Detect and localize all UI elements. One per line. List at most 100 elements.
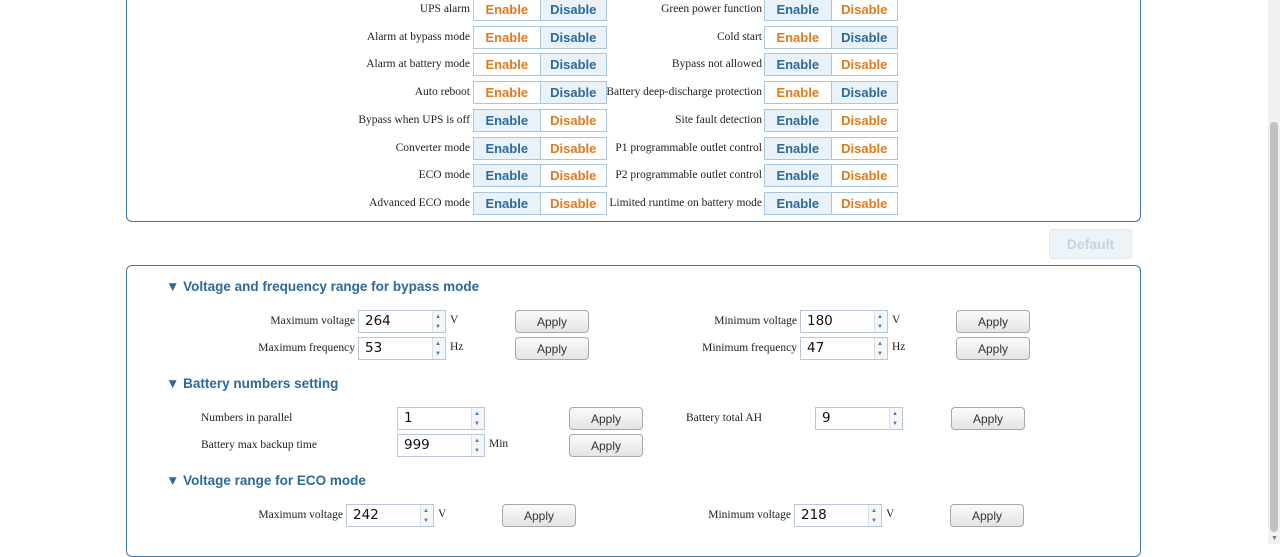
eco-min-voltage-spinner[interactable]: ▲ ▼ (868, 505, 881, 526)
enable-button[interactable]: Enable (474, 165, 540, 186)
toggle-label-right-0: Green power function (661, 3, 762, 15)
toggle-left-0: Enable Disable (473, 0, 607, 21)
battery-total-ah-input[interactable]: ▲▼ (815, 407, 903, 430)
battery-total-ah-apply-button[interactable]: Apply (951, 407, 1025, 430)
battery-parallel-field[interactable] (404, 410, 465, 426)
eco-max-voltage-input[interactable]: ▲▼ (346, 504, 434, 527)
toggle-label-right-7: Limited runtime on battery mode (609, 197, 762, 209)
disable-button[interactable]: Disable (539, 54, 606, 75)
disable-button[interactable]: Disable (830, 110, 897, 131)
battery-total-ah-field[interactable] (822, 410, 883, 426)
eco-min-voltage-field[interactable] (801, 507, 862, 523)
enable-button[interactable]: Enable (474, 54, 540, 75)
battery-backup-input[interactable]: ▲▼ (397, 434, 485, 457)
eco-min-voltage-input[interactable]: ▲▼ (794, 504, 882, 527)
enable-button[interactable]: Enable (765, 165, 831, 186)
disable-button[interactable]: Disable (539, 138, 606, 159)
eco-max-voltage-spinner[interactable]: ▲ ▼ (420, 505, 433, 526)
toggle-label-left-0: UPS alarm (419, 3, 470, 15)
bypass-max-voltage-unit: V (450, 314, 459, 326)
bypass-min-frequency-spinner[interactable]: ▲ ▼ (874, 338, 887, 359)
bypass-max-voltage-label: Maximum voltage (270, 315, 355, 327)
section-title-bypass[interactable]: ▼ Voltage and frequency range for bypass… (166, 279, 479, 294)
toggle-right-0: Enable Disable (764, 0, 898, 21)
battery-parallel-spinner[interactable]: ▲ ▼ (471, 408, 484, 429)
enable-button[interactable]: Enable (765, 27, 831, 48)
bypass-max-frequency-spinner[interactable]: ▲ ▼ (432, 338, 445, 359)
enable-button[interactable]: Enable (765, 138, 831, 159)
default-button[interactable]: Default (1049, 229, 1132, 259)
bypass-min-frequency-input[interactable]: ▲▼ (800, 337, 888, 360)
battery-parallel-apply-button[interactable]: Apply (569, 407, 643, 430)
battery-backup-apply-button[interactable]: Apply (569, 434, 643, 457)
eco-max-voltage-apply-button[interactable]: Apply (502, 504, 576, 527)
disable-button[interactable]: Disable (539, 0, 606, 20)
enable-button[interactable]: Enable (765, 193, 831, 214)
bypass-max-voltage-apply-button[interactable]: Apply (515, 310, 589, 333)
disable-button[interactable]: Disable (830, 138, 897, 159)
toggle-left-5: Enable Disable (473, 137, 607, 160)
bypass-min-voltage-input[interactable]: ▲▼ (800, 310, 888, 333)
bypass-min-frequency-apply-button[interactable]: Apply (956, 337, 1030, 360)
enable-button[interactable]: Enable (765, 54, 831, 75)
battery-total-ah-spinner[interactable]: ▲ ▼ (889, 408, 902, 429)
disable-button[interactable]: Disable (830, 54, 897, 75)
battery-parallel-input[interactable]: ▲▼ (397, 407, 485, 430)
eco-min-voltage-apply-button[interactable]: Apply (950, 504, 1024, 527)
bypass-max-voltage-spinner[interactable]: ▲ ▼ (432, 311, 445, 332)
toggle-right-7: Enable Disable (764, 192, 898, 215)
section-title-battery[interactable]: ▼ Battery numbers setting (166, 376, 338, 391)
enable-button[interactable]: Enable (765, 82, 831, 103)
bypass-max-frequency-label: Maximum frequency (258, 342, 355, 354)
bypass-max-voltage-field[interactable] (365, 313, 426, 329)
battery-backup-field[interactable] (404, 437, 465, 453)
disable-button[interactable]: Disable (539, 193, 606, 214)
disable-button[interactable]: Disable (539, 110, 606, 131)
disable-button[interactable]: Disable (830, 165, 897, 186)
bypass-min-voltage-field[interactable] (807, 313, 868, 329)
disable-button[interactable]: Disable (830, 82, 897, 103)
enable-button[interactable]: Enable (765, 0, 831, 20)
toggle-label-right-1: Cold start (716, 31, 762, 43)
enable-button[interactable]: Enable (474, 193, 540, 214)
enable-button[interactable]: Enable (474, 138, 540, 159)
enable-button[interactable]: Enable (474, 110, 540, 131)
disable-button[interactable]: Disable (539, 82, 606, 103)
disable-button[interactable]: Disable (539, 27, 606, 48)
enable-button[interactable]: Enable (474, 0, 540, 20)
eco-max-voltage-field[interactable] (353, 507, 414, 523)
toggle-right-3: Enable Disable (764, 81, 898, 104)
toggle-label-right-6: P2 programmable outlet control (615, 169, 762, 181)
bypass-max-voltage-input[interactable]: ▲▼ (358, 310, 446, 333)
toggle-label-right-3: Battery deep-discharge protection (606, 86, 762, 98)
bypass-min-voltage-spinner[interactable]: ▲ ▼ (874, 311, 887, 332)
section-title-eco[interactable]: ▼ Voltage range for ECO mode (166, 473, 366, 488)
disable-button[interactable]: Disable (539, 165, 606, 186)
bypass-min-frequency-unit: Hz (892, 341, 906, 353)
bypass-min-voltage-apply-button[interactable]: Apply (956, 310, 1030, 333)
toggle-left-1: Enable Disable (473, 26, 607, 49)
toggle-left-6: Enable Disable (473, 164, 607, 187)
bypass-max-frequency-field[interactable] (365, 340, 426, 356)
toggle-label-right-2: Bypass not allowed (671, 58, 762, 70)
toggle-right-4: Enable Disable (764, 109, 898, 132)
enable-button[interactable]: Enable (765, 110, 831, 131)
disable-button[interactable]: Disable (830, 193, 897, 214)
battery-backup-spinner[interactable]: ▲ ▼ (471, 435, 484, 456)
enable-button[interactable]: Enable (474, 82, 540, 103)
eco-min-voltage-unit: V (886, 508, 895, 520)
battery-parallel-label: Numbers in parallel (201, 412, 293, 424)
bypass-max-frequency-input[interactable]: ▲▼ (358, 337, 446, 360)
eco-max-voltage-label: Maximum voltage (258, 509, 343, 521)
toggle-left-3: Enable Disable (473, 81, 607, 104)
enable-button[interactable]: Enable (474, 27, 540, 48)
bypass-min-frequency-field[interactable] (807, 340, 868, 356)
scrollbar-thumb[interactable] (1270, 122, 1278, 532)
scroll-down-arrow-icon[interactable]: ▼ (1271, 534, 1278, 542)
toggle-label-right-4: Site fault detection (675, 114, 762, 126)
page-scrollbar[interactable]: ▼ (1268, 0, 1280, 544)
bypass-max-frequency-apply-button[interactable]: Apply (515, 337, 589, 360)
disable-button[interactable]: Disable (830, 27, 897, 48)
disable-button[interactable]: Disable (830, 0, 897, 20)
bypass-min-voltage-unit: V (892, 314, 901, 326)
